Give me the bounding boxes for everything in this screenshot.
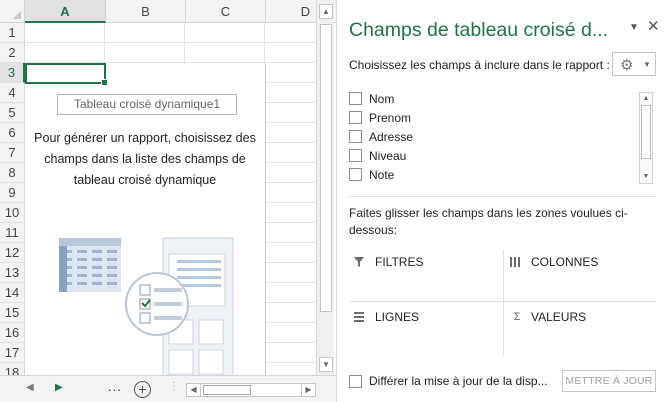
gear-icon: ⚙ xyxy=(620,57,634,74)
field-checkbox[interactable] xyxy=(349,168,362,181)
horizontal-scrollbar[interactable]: ◀ ▶ xyxy=(186,383,316,397)
scroll-down-icon[interactable]: ▼ xyxy=(319,357,333,372)
sheet-tab-bar: ◀ ▶ ... + ⋮ ◀ ▶ xyxy=(0,375,336,402)
field-checkbox[interactable] xyxy=(349,92,362,105)
row-header-5[interactable]: 5 xyxy=(0,103,25,123)
prev-sheet-icon[interactable]: ◀ xyxy=(26,382,34,393)
scroll-up-icon[interactable]: ▲ xyxy=(640,93,652,105)
pivot-field-list-pane: Champs de tableau croisé d... ▼ ✕ Choisi… xyxy=(336,0,669,402)
scroll-right-icon[interactable]: ▶ xyxy=(301,384,315,396)
field-item-prenom[interactable]: Prenom xyxy=(349,108,411,127)
values-area-label: VALEURS xyxy=(531,310,587,324)
tools-button[interactable]: ⚙ ▼ xyxy=(612,52,656,76)
row-header-1[interactable]: 1 xyxy=(0,23,25,43)
values-area[interactable]: Σ VALEURS xyxy=(509,307,657,359)
section-divider xyxy=(349,196,656,197)
field-list: Nom Prenom Adresse Niveau Note xyxy=(349,88,656,184)
pivot-illustration xyxy=(59,237,234,376)
field-list-scrollbar[interactable]: ▲ ▼ xyxy=(639,92,653,184)
field-item-note[interactable]: Note xyxy=(349,165,394,184)
close-icon[interactable]: ✕ xyxy=(647,17,660,35)
filters-area-label: FILTRES xyxy=(375,255,424,269)
areas-vertical-divider xyxy=(503,250,504,356)
update-button[interactable]: METTRE À JOUR xyxy=(562,370,656,392)
row-header-8[interactable]: 8 xyxy=(0,163,25,183)
field-checkbox[interactable] xyxy=(349,111,362,124)
drag-fields-label: Faites glisser les champs dans les zones… xyxy=(349,206,628,237)
pane-options-chevron-icon[interactable]: ▼ xyxy=(629,22,639,33)
select-all-button[interactable] xyxy=(0,0,25,23)
split-handle-icon[interactable]: ⋮ xyxy=(169,381,179,392)
scroll-left-icon[interactable]: ◀ xyxy=(187,384,201,396)
defer-update-checkbox[interactable] xyxy=(349,375,362,388)
field-label: Niveau xyxy=(369,148,407,163)
filters-area[interactable]: FILTRES xyxy=(353,252,501,304)
choose-fields-label: Choisissez les champs à inclure dans le … xyxy=(349,58,610,72)
row-header-12[interactable]: 12 xyxy=(0,243,25,263)
field-checkbox[interactable] xyxy=(349,130,362,143)
pivot-table-title: Tableau croisé dynamique1 xyxy=(57,94,237,115)
row-header-11[interactable]: 11 xyxy=(0,223,25,243)
field-label: Prenom xyxy=(369,110,412,125)
field-item-niveau[interactable]: Niveau xyxy=(349,146,406,165)
chevron-down-icon: ▼ xyxy=(643,60,651,69)
next-sheet-icon[interactable]: ▶ xyxy=(55,382,63,393)
rows-area-label: LIGNES xyxy=(375,310,420,324)
worksheet: A B C D 1 2 3 4 5 6 7 8 9 10 11 12 13 14 15 16 17 18 Tabl… xyxy=(0,0,346,402)
scroll-down-icon[interactable]: ▼ xyxy=(640,171,652,183)
excel-window: A B C D 1 2 3 4 5 6 7 8 9 10 11 12 13 14 15 16 17 18 Tabl… xyxy=(0,0,669,402)
field-checkbox[interactable] xyxy=(349,149,362,162)
row-header-17[interactable]: 17 xyxy=(0,343,25,363)
sigma-icon: Σ xyxy=(513,311,521,323)
row-header-16[interactable]: 16 xyxy=(0,323,25,343)
add-sheet-button[interactable]: + xyxy=(134,381,151,398)
active-cell-a3[interactable] xyxy=(25,63,108,86)
pivot-instruction-text: Pour générer un rapport, choisissez des … xyxy=(34,131,256,187)
field-list-scrollbar-thumb[interactable] xyxy=(641,105,651,159)
filter-icon xyxy=(353,256,369,268)
pane-footer: Différer la mise à jour de la disp... ME… xyxy=(349,370,659,394)
row-header-6[interactable]: 6 xyxy=(0,123,25,143)
checklist-magnifier-illustration xyxy=(125,272,189,336)
horizontal-scrollbar-thumb[interactable] xyxy=(203,385,251,395)
rows-area[interactable]: LIGNES xyxy=(353,307,501,359)
scroll-up-icon[interactable]: ▲ xyxy=(319,4,333,19)
field-item-nom[interactable]: Nom xyxy=(349,89,394,108)
row-header-3[interactable]: 3 xyxy=(0,63,25,83)
row-header-9[interactable]: 9 xyxy=(0,183,25,203)
column-header-b[interactable]: B xyxy=(106,0,186,23)
row-header-4[interactable]: 4 xyxy=(0,83,25,103)
more-sheets-button[interactable]: ... xyxy=(108,379,122,394)
field-label: Note xyxy=(369,167,395,182)
row-header-10[interactable]: 10 xyxy=(0,203,25,223)
columns-area[interactable]: COLONNES xyxy=(509,252,657,304)
row-header-15[interactable]: 15 xyxy=(0,303,25,323)
rows-icon xyxy=(353,311,369,323)
row-header-2[interactable]: 2 xyxy=(0,43,25,63)
field-label: Nom xyxy=(369,91,395,106)
column-header-a[interactable]: A xyxy=(25,0,106,23)
row-header-7[interactable]: 7 xyxy=(0,143,25,163)
columns-area-label: COLONNES xyxy=(531,255,599,269)
columns-icon xyxy=(509,256,525,268)
column-header-d[interactable]: D xyxy=(266,0,346,23)
column-header-c[interactable]: C xyxy=(186,0,266,23)
pane-title: Champs de tableau croisé d... xyxy=(349,19,609,41)
pivot-table-placeholder[interactable]: Tableau croisé dynamique1 Pour générer u… xyxy=(25,64,266,376)
row-header-14[interactable]: 14 xyxy=(0,283,25,303)
field-label: Adresse xyxy=(369,129,414,144)
scrollbar-thumb[interactable] xyxy=(320,24,332,312)
field-item-adresse[interactable]: Adresse xyxy=(349,127,413,146)
field-table-illustration xyxy=(59,238,121,292)
defer-update-label: Différer la mise à jour de la disp... xyxy=(369,374,548,388)
row-header-13[interactable]: 13 xyxy=(0,263,25,283)
vertical-scrollbar[interactable]: ▲ ▼ xyxy=(316,0,334,375)
